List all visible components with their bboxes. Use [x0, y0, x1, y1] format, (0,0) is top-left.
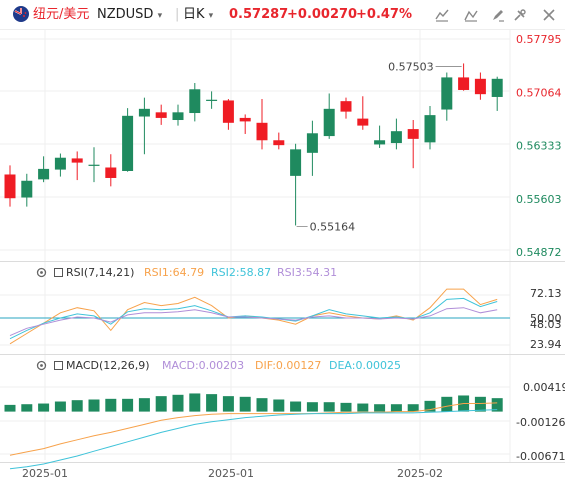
candle-body — [323, 108, 335, 137]
dea-value: DEA:0.00025 — [329, 359, 401, 372]
candle-body — [222, 100, 234, 123]
rsi-toggle-checkbox[interactable] — [54, 268, 63, 277]
rsi1-value: RSI1:64.79 — [144, 266, 205, 279]
candle-body — [155, 112, 167, 118]
candle-body — [306, 133, 318, 153]
candle-body — [172, 112, 184, 121]
candle-body — [491, 78, 503, 97]
rsi-tick-label: 48.03 — [530, 318, 562, 331]
rsi-line-rsi2 — [9, 297, 498, 340]
x-tick-label: 2025-02 — [397, 467, 443, 480]
chart-plot-area: 0.57503 0.55164 0.57795 0.57064 0.56333 0.55… — [0, 30, 565, 480]
macd-bar — [407, 404, 419, 412]
x-axis-labels: 2025-01 2025-01 2025-02 — [22, 467, 443, 480]
macd-bar — [122, 398, 134, 412]
macd-bar — [88, 399, 100, 412]
rsi-tick-label: 72.13 — [530, 287, 562, 300]
macd-settings-icon[interactable] — [36, 360, 47, 371]
dea-line — [9, 409, 498, 470]
candle-body — [88, 164, 100, 166]
macd-bar — [290, 401, 302, 412]
rsi2-value: RSI2:58.87 — [211, 266, 272, 279]
macd-bar — [374, 404, 386, 412]
candle-body — [441, 77, 453, 110]
macd-bar — [390, 404, 402, 412]
candle-body — [256, 122, 268, 141]
candle-body — [424, 115, 436, 143]
macd-bar — [4, 404, 16, 412]
macd-toggle-checkbox[interactable] — [54, 361, 63, 370]
macd-lines — [9, 402, 498, 470]
candle-body — [189, 89, 201, 114]
candle-body — [105, 167, 117, 178]
price-tick-label: 0.55603 — [516, 193, 562, 206]
candle-body — [290, 149, 302, 176]
price-tick-label: 0.54872 — [516, 246, 562, 259]
macd-tick-label: -0.00126 — [516, 416, 565, 429]
candle-body — [374, 140, 386, 145]
macd-bar — [306, 402, 318, 412]
rsi-series — [0, 288, 510, 345]
price-tick-label: 0.57795 — [516, 33, 562, 46]
rsi-settings-icon[interactable] — [36, 267, 47, 278]
macd-tick-label: -0.00671 — [516, 450, 565, 463]
candle-body — [239, 117, 251, 122]
rsi3-value: RSI3:54.31 — [277, 266, 338, 279]
macd-bar — [340, 402, 352, 412]
price-tick-label: 0.56333 — [516, 140, 562, 153]
rsi-title: RSI(7,14,21) — [66, 266, 135, 279]
macd-bar — [273, 399, 285, 412]
price-tick-label: 0.57064 — [516, 86, 562, 99]
macd-histogram — [4, 393, 503, 412]
candle-body — [273, 140, 285, 146]
x-tick-label: 2025-01 — [208, 467, 254, 480]
candle-body — [206, 99, 218, 101]
macd-bar — [357, 403, 369, 412]
macd-bar — [239, 396, 251, 412]
candle-body — [71, 158, 83, 163]
x-tick-label: 2025-01 — [22, 467, 68, 480]
candle-body — [390, 131, 402, 144]
macd-bar — [206, 394, 218, 412]
candle-body — [357, 118, 369, 126]
macd-bar — [138, 398, 150, 412]
candle-body — [340, 101, 352, 112]
low-price-label: 0.55164 — [310, 220, 356, 233]
macd-bar — [21, 404, 33, 412]
macd-bar — [474, 396, 486, 412]
grid — [0, 30, 511, 462]
candle-body — [458, 77, 470, 90]
candle-body — [21, 180, 33, 198]
macd-tick-label: 0.00419 — [523, 381, 565, 394]
candle-body — [122, 115, 134, 171]
macd-bar — [222, 396, 234, 412]
macd-value: MACD:0.00203 — [162, 359, 245, 372]
chart-app: 纽元/美元 NZDUSD ▾ | 日K ▾ 0.57287 +0.00270 +… — [0, 0, 565, 487]
y-axis-labels: 0.57795 0.57064 0.56333 0.55603 0.54872 72.13… — [516, 33, 565, 463]
macd-bar — [105, 398, 117, 412]
macd-bar — [155, 396, 167, 412]
macd-bar — [256, 398, 268, 412]
macd-bar — [323, 402, 335, 412]
candle-body — [407, 129, 419, 139]
macd-bar — [54, 401, 66, 412]
macd-bar — [189, 393, 201, 412]
high-price-label: 0.57503 — [388, 60, 434, 73]
candle-body — [38, 168, 50, 180]
macd-bar — [172, 394, 184, 412]
rsi-tick-label: 23.94 — [530, 338, 562, 351]
dif-line — [9, 402, 498, 456]
macd-bar — [441, 396, 453, 412]
macd-bar — [71, 400, 83, 412]
dif-value: DIF:0.00127 — [255, 359, 322, 372]
candle-body — [54, 157, 66, 170]
candle-body — [474, 78, 486, 95]
candle-body — [138, 108, 150, 117]
macd-bar — [38, 403, 50, 412]
candle-body — [4, 174, 16, 199]
macd-title: MACD(12,26,9) — [66, 359, 150, 372]
